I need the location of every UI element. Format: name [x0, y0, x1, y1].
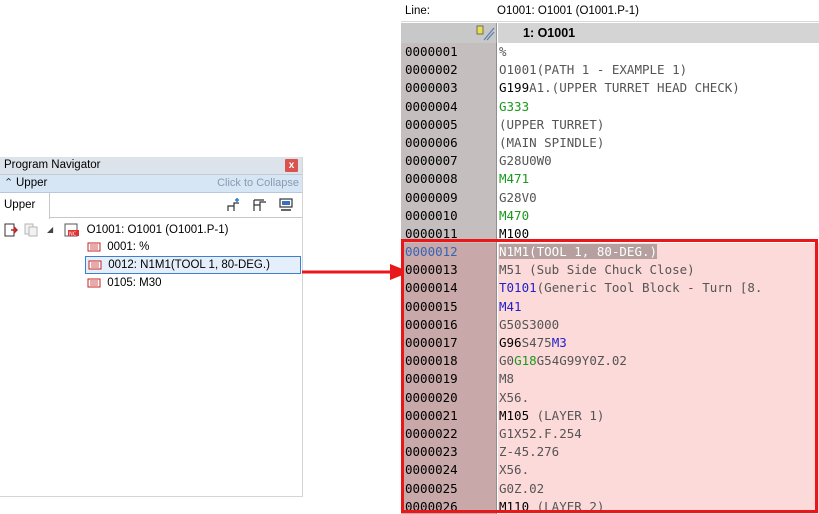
line-header: Line: O1001: O1001 (O1001.P-1) — [401, 0, 819, 22]
tree-item-label: 0012: N1M1(TOOL 1, 80-DEG.) — [108, 259, 270, 271]
code-text[interactable]: M470 — [498, 207, 819, 225]
code-line[interactable]: 0000009 G28V0 — [401, 188, 819, 207]
code-line[interactable]: 0000004 G333 — [401, 97, 819, 116]
close-icon[interactable]: x — [285, 159, 298, 172]
chevron-up-icon[interactable]: ⌃ — [4, 175, 16, 192]
code-line[interactable]: 0000002 O1001(PATH 1 - EXAMPLE 1) — [401, 61, 819, 80]
line-number: 0000002 — [401, 61, 497, 80]
code-line[interactable]: 0000006 (MAIN SPINDLE) — [401, 133, 819, 153]
sync-marker-icon[interactable] — [475, 25, 495, 41]
collapse-hint[interactable]: Click to Collapse — [217, 175, 299, 192]
code-line[interactable]: 0000010 M470 — [401, 206, 819, 225]
block-icon — [87, 242, 101, 252]
display-settings-icon[interactable] — [278, 197, 294, 213]
line-number: 0000006 — [401, 133, 497, 153]
code-text[interactable]: G28V0 — [498, 189, 819, 207]
block-icon — [87, 278, 101, 288]
line-number: 0000009 — [401, 188, 497, 207]
add-node-icon[interactable] — [226, 197, 242, 213]
code-text[interactable]: (MAIN SPINDLE) — [498, 134, 819, 152]
tree-item-label: 0105: M30 — [107, 277, 162, 289]
code-line[interactable]: 0000001% — [401, 43, 819, 62]
tree-item[interactable]: 0105: M30 — [87, 275, 162, 292]
code-text[interactable]: M471 — [498, 170, 819, 188]
svg-text:NC: NC — [69, 232, 77, 238]
panel-title-bar: Program Navigator x — [0, 157, 302, 175]
line-number: 0000010 — [401, 206, 497, 225]
tree-root-item[interactable]: ◢ NC O1001: O1001 (O1001.P-1) — [47, 222, 228, 239]
tree-item-label: 0001: % — [107, 241, 150, 253]
line-number: 0000001 — [401, 43, 497, 62]
tree-item[interactable]: 0001: % — [87, 239, 149, 256]
program-navigator-panel: Program Navigator x ⌃ Upper Click to Coll… — [0, 157, 303, 497]
code-line[interactable]: 0000005 (UPPER TURRET) — [401, 115, 819, 134]
line-label: Line: — [405, 5, 430, 17]
code-line[interactable]: 0000007 G28U0W0 — [401, 152, 819, 171]
code-line[interactable]: 0000003 G199A1.(UPPER TURRET HEAD CHECK) — [401, 79, 819, 98]
line-number: 0000007 — [401, 152, 497, 171]
tree-item-selected[interactable]: 0012: N1M1(TOOL 1, 80-DEG.) — [85, 256, 301, 274]
panel-title: Program Navigator — [4, 159, 101, 171]
block-icon — [88, 260, 102, 270]
line-number: 0000008 — [401, 170, 497, 189]
line-number: 0000003 — [401, 79, 497, 98]
line-number: 0000005 — [401, 115, 497, 134]
line-value: O1001: O1001 (O1001.P-1) — [497, 5, 639, 17]
document-export-icon[interactable] — [4, 223, 18, 237]
code-text[interactable]: G333 — [498, 98, 819, 116]
document-copy-icon[interactable] — [24, 223, 38, 237]
program-file-icon: NC — [64, 223, 80, 237]
annotation-arrow — [302, 264, 410, 280]
line-number: 0000004 — [401, 97, 497, 116]
section-header-upper[interactable]: ⌃ Upper Click to Collapse — [0, 175, 302, 193]
code-text[interactable]: O1001(PATH 1 - EXAMPLE 1) — [498, 61, 819, 79]
code-text[interactable]: % — [498, 43, 819, 61]
code-text[interactable]: (UPPER TURRET) — [498, 116, 819, 134]
code-line[interactable]: 0000008 M471 — [401, 170, 819, 189]
tab-bar: Upper — [0, 193, 302, 219]
tree-root-label: O1001: O1001 (O1001.P-1) — [86, 224, 229, 237]
program-tab[interactable]: 1: O1001 — [498, 23, 819, 43]
section-label: Upper — [16, 177, 48, 189]
tab-upper[interactable]: Upper — [0, 193, 50, 219]
expand-triangle-icon[interactable]: ◢ — [47, 222, 53, 238]
code-text[interactable]: G28U0W0 — [498, 152, 819, 170]
highlight-box — [401, 239, 818, 513]
code-text[interactable]: G199A1.(UPPER TURRET HEAD CHECK) — [498, 79, 819, 97]
tree-structure-icon[interactable] — [252, 197, 268, 213]
